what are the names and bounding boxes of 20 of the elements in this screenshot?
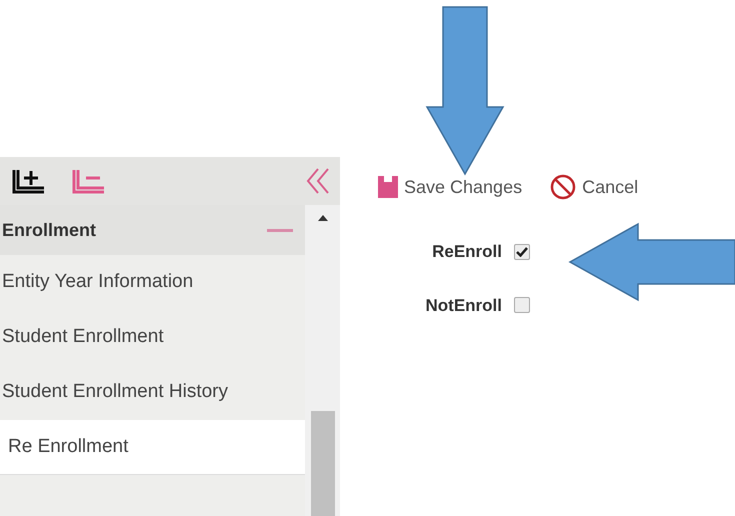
- sidebar-item[interactable]: Student Enrollment: [2, 310, 305, 365]
- scrollbar[interactable]: [305, 205, 340, 516]
- field-label: NotEnroll: [426, 294, 502, 316]
- collapse-icon[interactable]: [304, 167, 330, 195]
- scroll-up-icon[interactable]: [318, 215, 328, 221]
- add-layers-icon[interactable]: [10, 168, 46, 194]
- save-button[interactable]: Save Changes: [378, 174, 522, 200]
- sidebar-item[interactable]: Re Enrollment: [0, 420, 305, 475]
- remove-layers-icon[interactable]: [70, 168, 106, 194]
- checkbox[interactable]: [514, 244, 530, 260]
- sidebar-item[interactable]: Entity Year Information: [2, 255, 305, 310]
- field-label: ReEnroll: [432, 241, 502, 263]
- cancel-button[interactable]: Cancel: [550, 174, 638, 200]
- checkbox[interactable]: [514, 297, 530, 314]
- group-label: Enrollment: [2, 218, 96, 242]
- collapse-group-icon[interactable]: [267, 228, 293, 232]
- prohibited-icon: [550, 174, 576, 200]
- group-header[interactable]: Enrollment: [0, 205, 305, 255]
- sidebar-item[interactable]: Student Enrollment History: [2, 365, 305, 420]
- scrollbar-thumb[interactable]: [310, 411, 334, 516]
